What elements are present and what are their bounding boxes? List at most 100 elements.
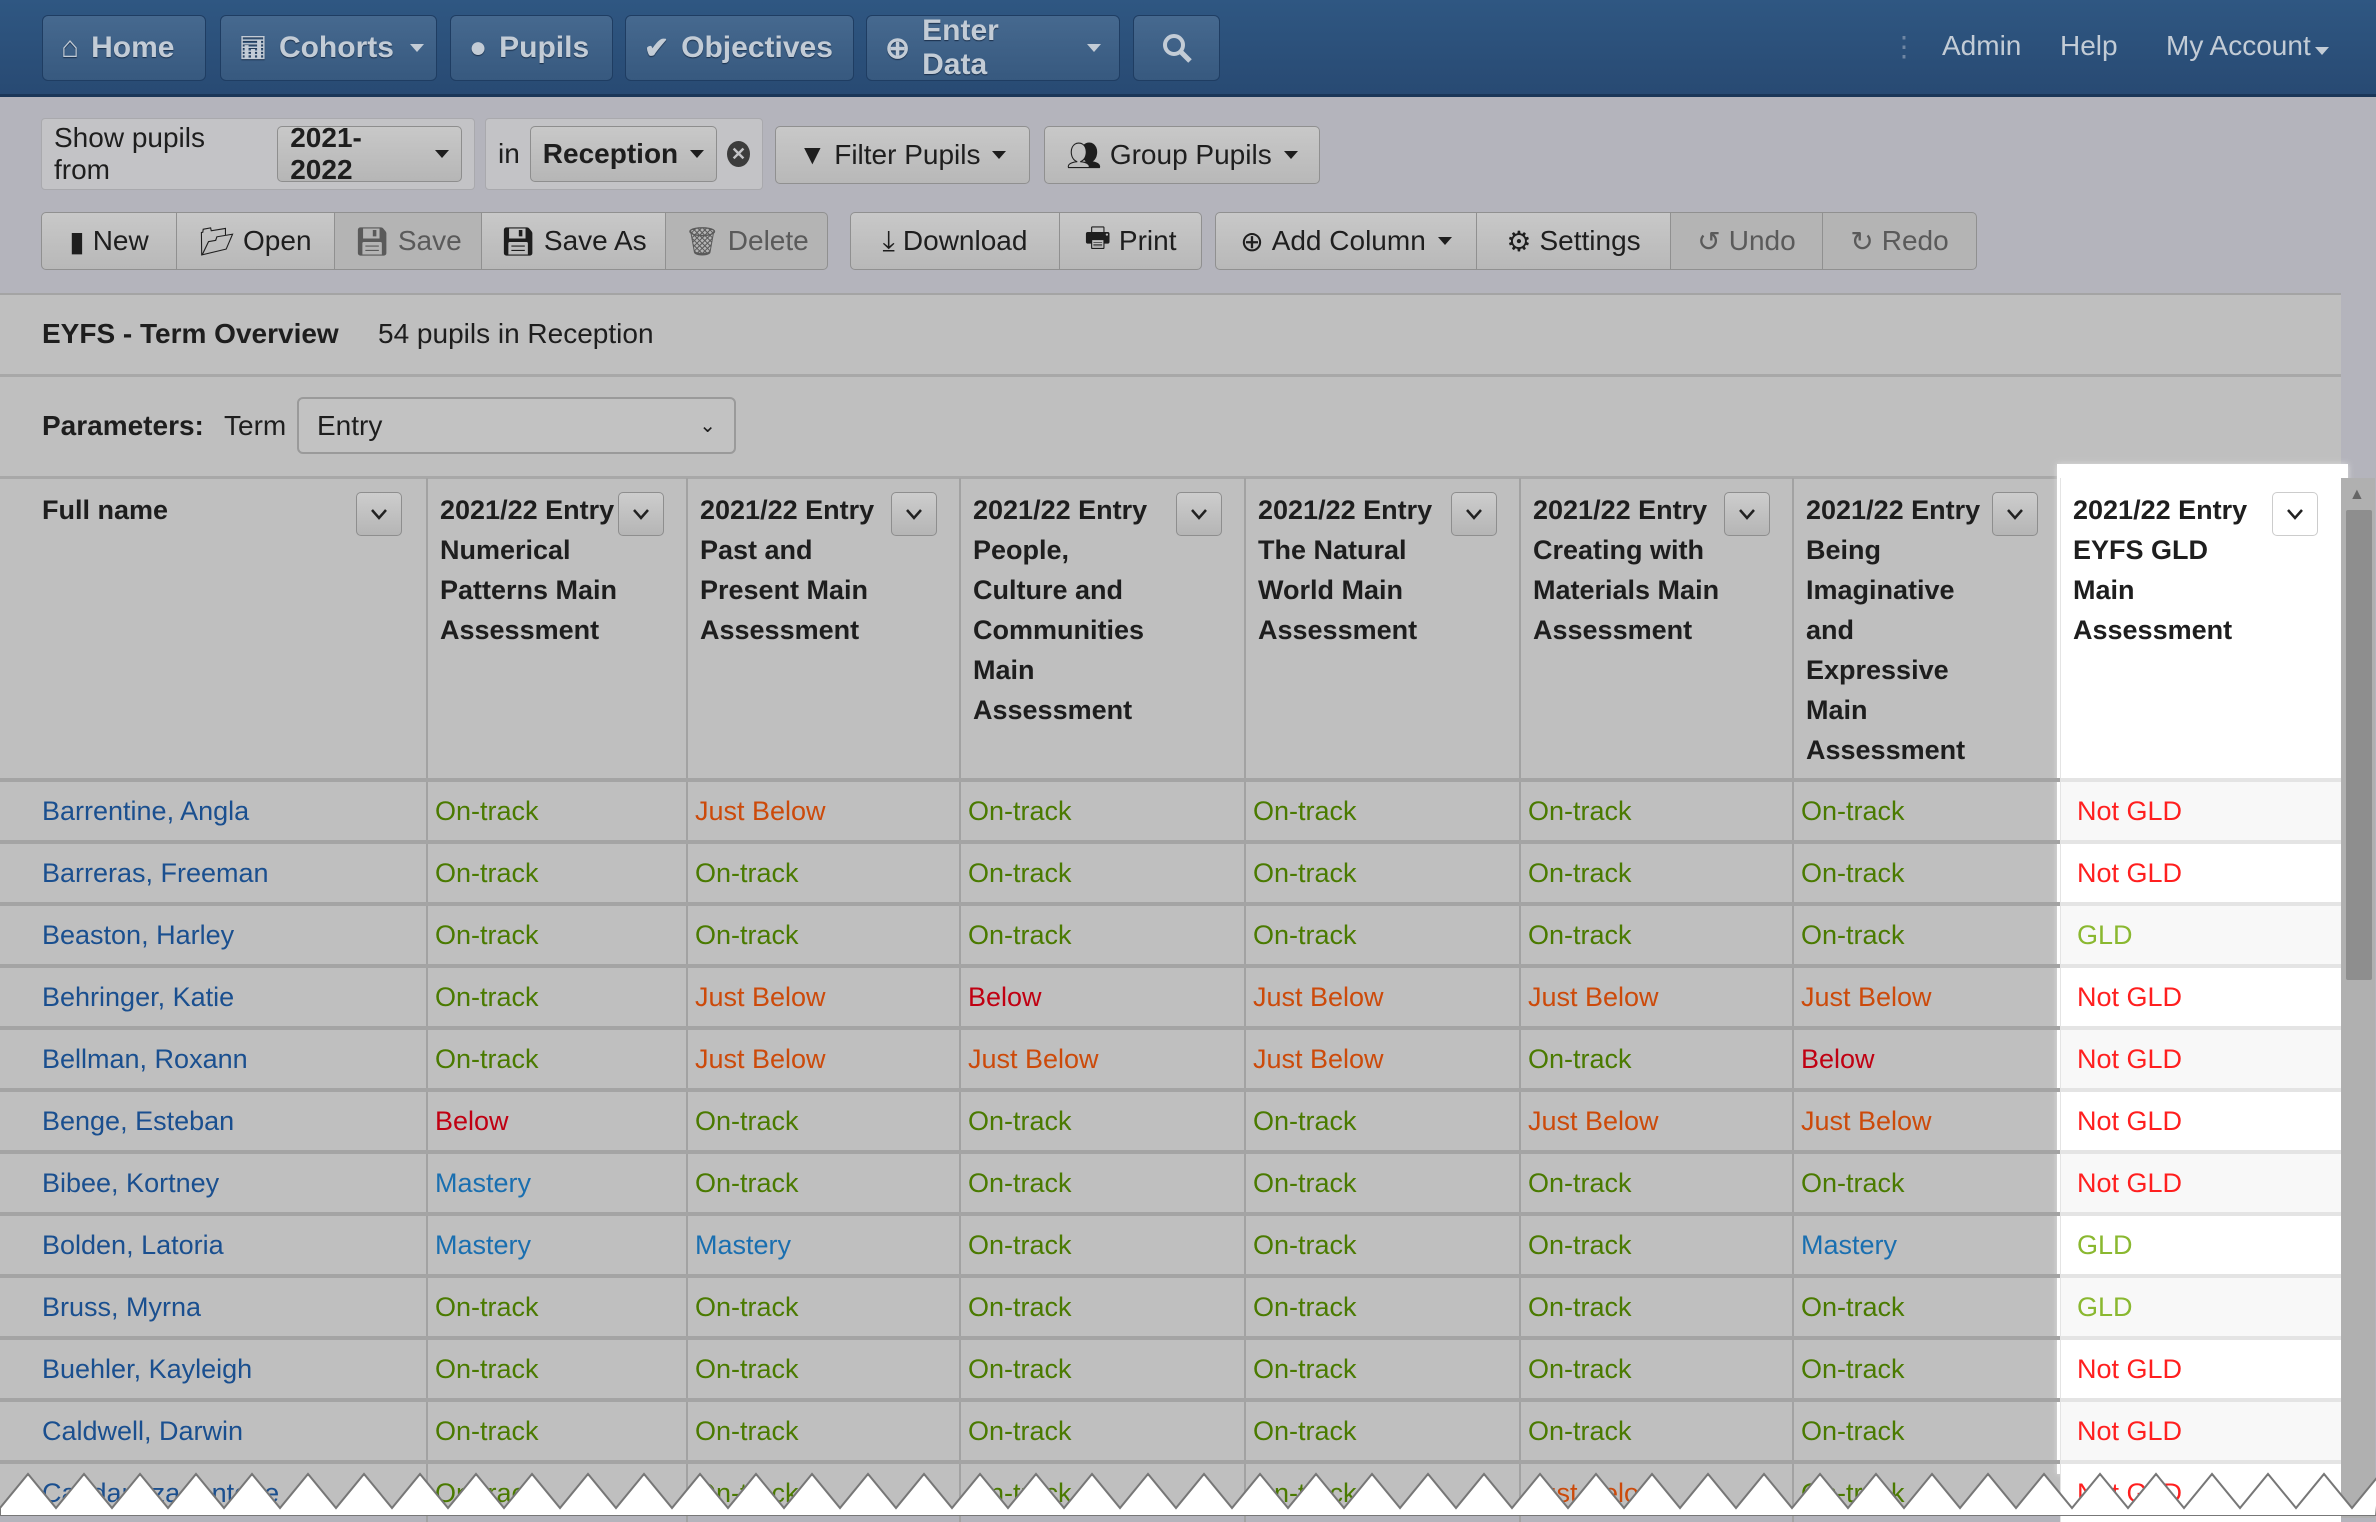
assessment-cell: On-track [959, 1278, 1244, 1336]
chevron-down-icon [2007, 509, 2023, 520]
nav-my-account[interactable]: My Account [2166, 30, 2329, 62]
folder-open-icon: 📂︎ [199, 225, 236, 257]
printer-icon: 🖶︎ [1084, 222, 1111, 253]
save-button[interactable]: 💾︎ Save [334, 212, 482, 270]
assessment-cell: On-track [1519, 1030, 1792, 1088]
year-select[interactable]: 2021-2022 [277, 122, 462, 185]
column-menu-button[interactable] [1451, 492, 1497, 536]
print-button[interactable]: 🖶︎ Print [1059, 212, 1202, 270]
chevron-down-icon [2287, 509, 2303, 520]
pupil-name-link[interactable]: Bellman, Roxann [0, 1030, 426, 1088]
settings-button[interactable]: ⚙ Settings [1476, 212, 1671, 270]
nav-home[interactable]: ⌂ Home [42, 15, 206, 81]
column-header: 2021/22 Entry Being Imaginative and Expr… [1792, 478, 2060, 778]
plus-circle-icon: ⊕ [1240, 225, 1264, 257]
pupil-name-link[interactable]: Buehler, Kayleigh [0, 1340, 426, 1398]
delete-button[interactable]: 🗑︎ Delete [665, 212, 828, 270]
pupil-name-link[interactable]: Bibee, Kortney [0, 1154, 426, 1212]
assessment-cell: On-track [1792, 782, 2060, 840]
assessment-cell: GLD [2060, 1212, 2341, 1274]
assessment-cell: On-track [1244, 1216, 1519, 1274]
nav-enter-data[interactable]: ⊕ Enter Data [866, 14, 1120, 81]
divider [0, 374, 2341, 377]
group-pupils-button[interactable]: 👥︎ Group Pupils [1044, 126, 1320, 184]
assessment-cell: Below [959, 968, 1244, 1026]
user-icon: ● [469, 31, 488, 64]
assessment-cell: On-track [959, 844, 1244, 902]
assessment-cell: On-track [1519, 906, 1792, 964]
scroll-up-icon[interactable]: ▲ [2349, 486, 2365, 504]
table-row: Bibee, Kortney Mastery On-track On-track On-… [0, 1150, 2341, 1212]
term-select[interactable]: Entry ⌄ [297, 397, 736, 454]
pupil-name-link[interactable]: Behringer, Katie [0, 968, 426, 1026]
pupil-name-link[interactable]: Bolden, Latoria [0, 1216, 426, 1274]
table-row: Barrentine, Angla On-track Just Below On-tr… [0, 778, 2341, 840]
assessment-cell: On-track [1519, 1278, 1792, 1336]
column-header: 2021/22 Entry Past and Present Main Asse… [686, 478, 959, 778]
scrollbar-thumb[interactable] [2346, 510, 2372, 980]
caret-down-icon [435, 150, 449, 158]
undo-button[interactable]: ↺ Undo [1670, 212, 1823, 270]
assessment-cell: On-track [1244, 782, 1519, 840]
save-as-button[interactable]: 💾︎ Save As [481, 212, 666, 270]
assessment-cell: Not GLD [2060, 1398, 2341, 1460]
clear-group-icon[interactable]: ✕ [727, 141, 750, 167]
group-filter: in Reception ✕ [485, 118, 763, 190]
open-button[interactable]: 📂︎ Open [176, 212, 335, 270]
column-header: Full name [0, 478, 426, 778]
assessment-cell: On-track [1519, 1154, 1792, 1212]
column-menu-button[interactable] [2272, 492, 2318, 536]
plus-circle-icon: ⊕ [885, 31, 911, 65]
gears-icon: ⚙ [1506, 225, 1532, 257]
nav-help[interactable]: Help [2060, 30, 2118, 62]
nav-search-button[interactable] [1133, 15, 1220, 81]
nav-admin[interactable]: Admin [1942, 30, 2021, 62]
add-column-button[interactable]: ⊕ Add Column [1215, 212, 1477, 270]
new-button[interactable]: ▮ New [41, 212, 177, 270]
nav-cohorts[interactable]: 📊︎ Cohorts [220, 15, 437, 81]
filter-pupils-button[interactable]: ▼ Filter Pupils [775, 126, 1030, 184]
nav-objectives[interactable]: ✔ Objectives [625, 15, 854, 81]
assessment-cell: On-track [959, 906, 1244, 964]
pupil-count: 54 pupils in Reception [378, 318, 654, 349]
assessment-cell: On-track [426, 782, 686, 840]
assessment-cell: On-track [1792, 844, 2060, 902]
group-select[interactable]: Reception [529, 126, 718, 182]
pupil-name-link[interactable]: Barrentine, Angla [0, 782, 426, 840]
pupil-name-link[interactable]: Caldwell, Darwin [0, 1402, 426, 1460]
caret-down-icon [992, 151, 1007, 159]
download-button[interactable]: ⤓ Download [850, 212, 1060, 270]
assessment-cell: Not GLD [2060, 964, 2341, 1026]
year-filter-group: Show pupils from 2021-2022 [41, 118, 475, 190]
column-menu-button[interactable] [618, 492, 664, 536]
assessment-cell: Not GLD [2060, 1088, 2341, 1150]
assessment-cell: On-track [1519, 1216, 1792, 1274]
pupil-name-link[interactable]: Barreras, Freeman [0, 844, 426, 902]
chevron-down-icon [906, 509, 922, 520]
assessment-cell: On-track [959, 1154, 1244, 1212]
floppy-icon: 💾︎ [354, 225, 390, 257]
column-menu-button[interactable] [356, 492, 402, 536]
parameters-label: Parameters: [42, 410, 204, 441]
assessment-cell: Not GLD [2060, 778, 2341, 840]
assessment-cell: Just Below [1244, 1030, 1519, 1088]
assessment-cell: On-track [686, 844, 959, 902]
pupil-name-link[interactable]: Bruss, Myrna [0, 1278, 426, 1336]
assessment-cell: On-track [1519, 782, 1792, 840]
pupil-name-link[interactable]: Benge, Esteban [0, 1092, 426, 1150]
column-menu-button[interactable] [1992, 492, 2038, 536]
chevron-down-icon: ⌄ [699, 415, 716, 437]
caret-down-icon [409, 44, 424, 52]
column-header: 2021/22 Entry The Natural World Main Ass… [1244, 478, 1519, 778]
assessment-cell: On-track [1244, 844, 1519, 902]
term-label: Term [224, 410, 287, 441]
assessment-cell: On-track [426, 906, 686, 964]
column-menu-button[interactable] [1176, 492, 1222, 536]
nav-pupils[interactable]: ● Pupils [450, 15, 613, 81]
assessment-cell: On-track [686, 1092, 959, 1150]
pupil-name-link[interactable]: Beaston, Harley [0, 906, 426, 964]
assessment-cell: Just Below [1792, 968, 2060, 1026]
redo-button[interactable]: ↻ Redo [1822, 212, 1977, 270]
column-menu-button[interactable] [891, 492, 937, 536]
column-menu-button[interactable] [1724, 492, 1770, 536]
